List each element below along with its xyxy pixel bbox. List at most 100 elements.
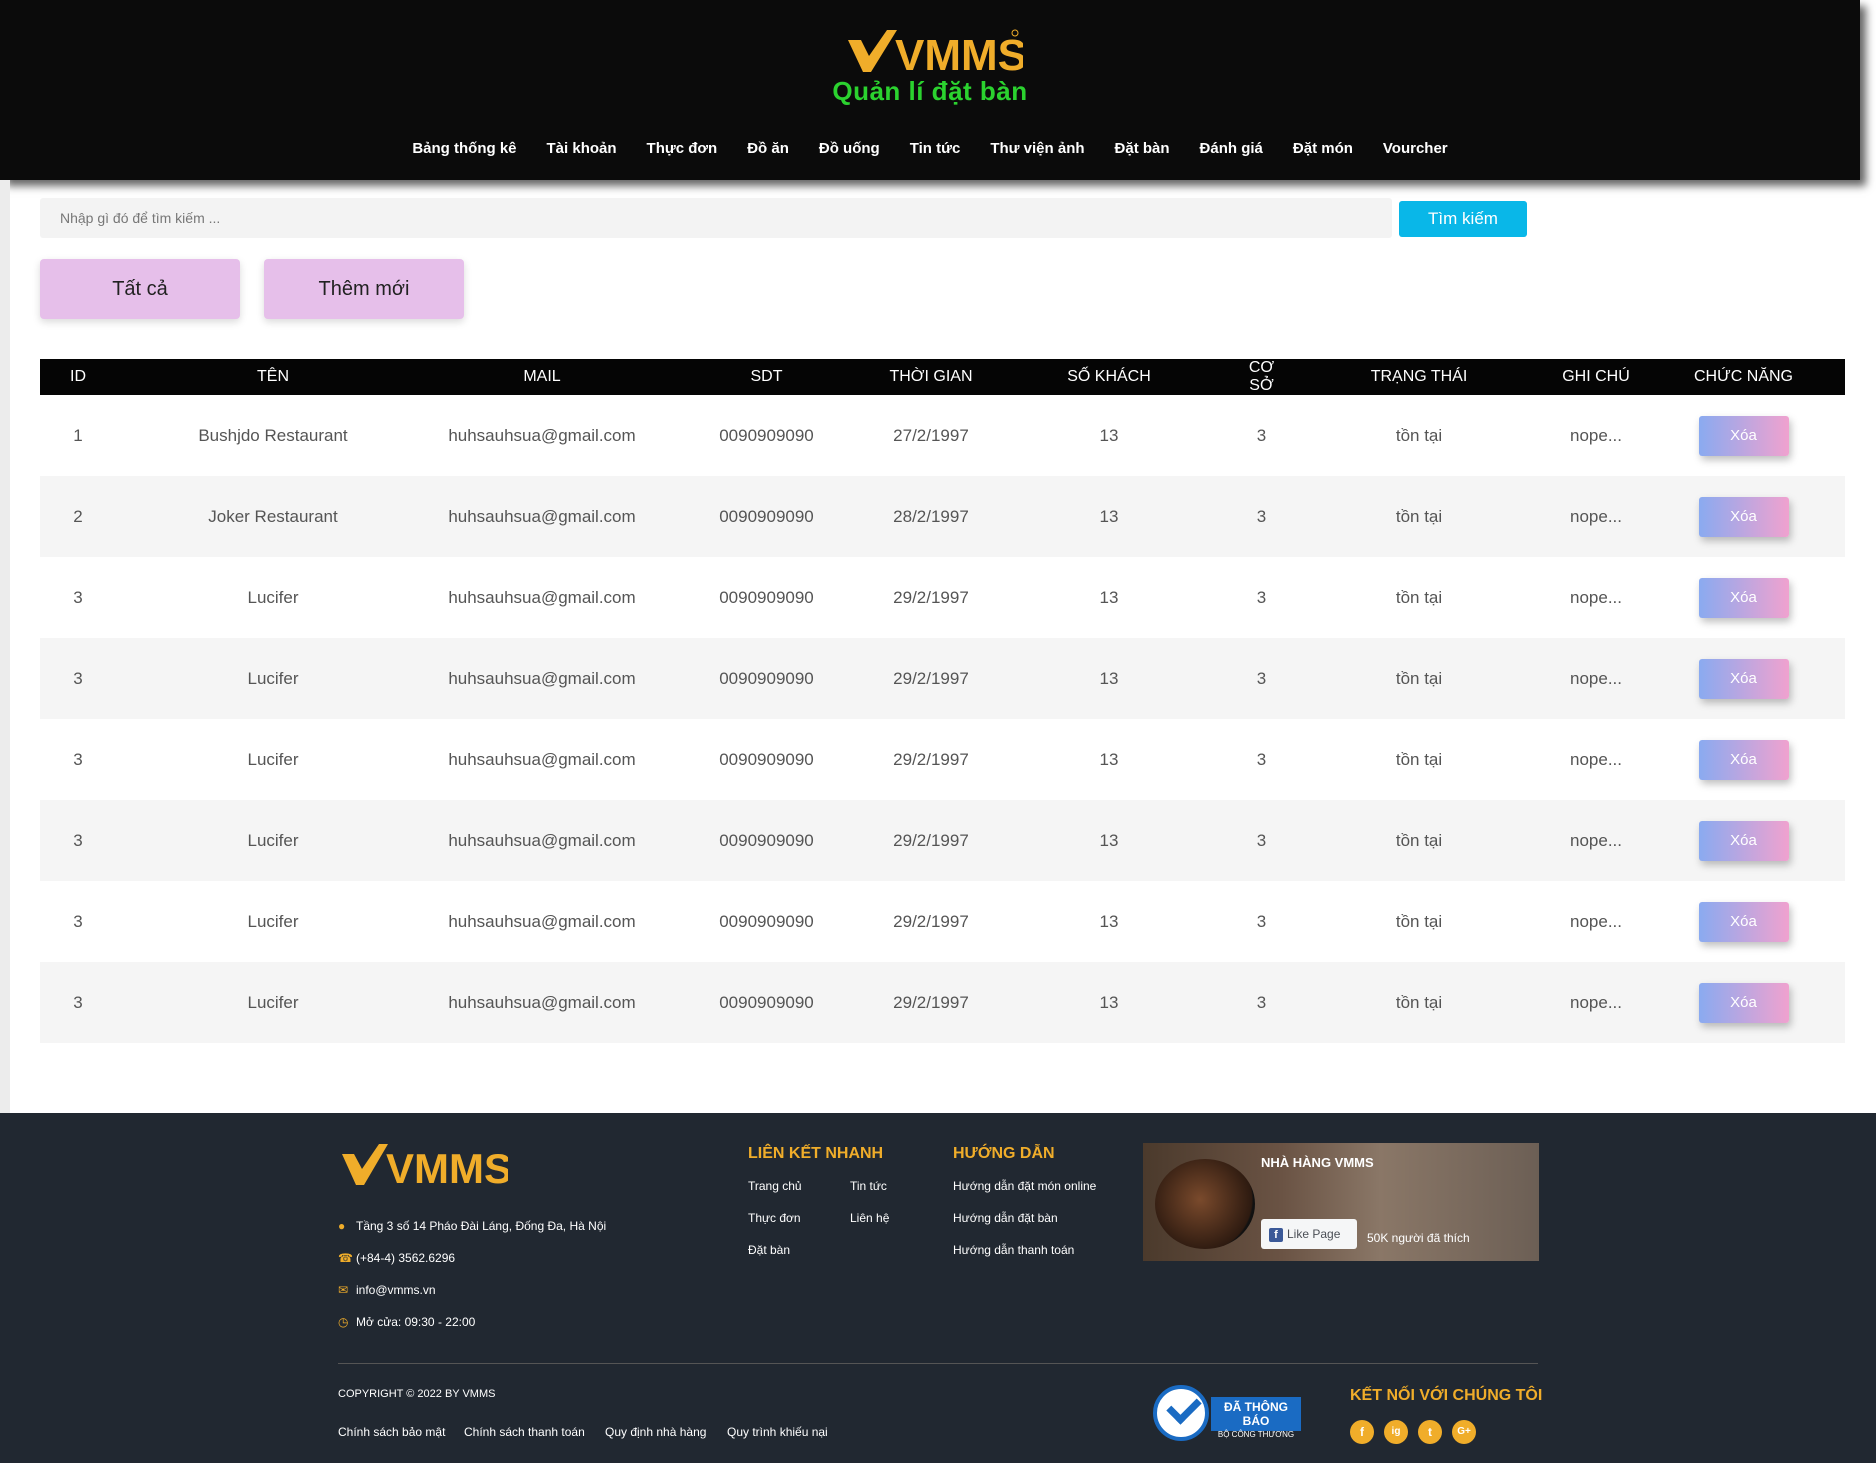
hours-text: Mở cửa: 09:30 - 22:00 <box>356 1315 476 1329</box>
cell-mail: huhsauhsua@gmail.com <box>448 749 636 769</box>
cell-name: Joker Restaurant <box>208 506 338 526</box>
site-header: VMMS Quản lí đặt bàn Bảng thống kê Tài k… <box>0 0 1860 180</box>
table-row: 1 Bushjdo Restaurant huhsauhsua@gmail.com 0… <box>40 395 1845 476</box>
delete-button[interactable]: Xóa <box>1698 982 1789 1023</box>
guide-booking[interactable]: Hướng dẫn đặt bàn <box>953 1211 1058 1225</box>
guide-title: HƯỚNG DẪN <box>953 1145 1055 1162</box>
cell-branch: 3 <box>1256 911 1267 931</box>
nav-news[interactable]: Tin tức <box>895 140 976 157</box>
cell-note: nope... <box>1570 425 1622 445</box>
phone-icon: ☎ <box>338 1251 353 1265</box>
footer-logo[interactable]: VMMS <box>338 1141 508 1189</box>
nav-menu[interactable]: Thực đơn <box>632 140 733 157</box>
link-contact[interactable]: Liên hệ <box>850 1211 889 1225</box>
delete-button[interactable]: Xóa <box>1698 577 1789 618</box>
delete-button[interactable]: Xóa <box>1698 415 1789 456</box>
link-menu[interactable]: Thực đơn <box>748 1211 801 1225</box>
cell-id: 1 <box>73 425 83 445</box>
nav-reviews[interactable]: Đánh giá <box>1185 140 1278 157</box>
page-title: Quản lí đặt bàn <box>832 76 1028 106</box>
link-news[interactable]: Tin tức <box>850 1179 887 1193</box>
instagram-icon[interactable]: ig <box>1384 1420 1408 1444</box>
vmms-logo[interactable]: VMMS <box>843 26 1023 76</box>
delete-button[interactable]: Xóa <box>1698 658 1789 699</box>
nav-voucher[interactable]: Vourcher <box>1368 140 1463 157</box>
cell-mail: huhsauhsua@gmail.com <box>448 587 636 607</box>
nav-drinks[interactable]: Đồ uống <box>804 140 895 157</box>
facebook-icon[interactable]: f <box>1350 1420 1374 1444</box>
cell-mail: huhsauhsua@gmail.com <box>448 668 636 688</box>
col-phone: SDT <box>750 368 783 385</box>
cell-note: nope... <box>1570 587 1622 607</box>
nav-gallery[interactable]: Thư viện ảnh <box>975 140 1099 157</box>
link-home[interactable]: Trang chủ <box>748 1179 802 1193</box>
fb-like-button[interactable]: f Like Page <box>1261 1219 1357 1249</box>
delete-button[interactable]: Xóa <box>1698 496 1789 537</box>
delete-button[interactable]: Xóa <box>1698 820 1789 861</box>
cell-id: 3 <box>73 668 83 688</box>
col-name: TÊN <box>257 368 289 385</box>
table-row: 3 Lucifer huhsauhsua@gmail.com 0090909090 29… <box>40 638 1845 719</box>
search-input[interactable]: Nhập gì đó để tìm kiếm ... <box>40 198 1392 238</box>
cell-time: 29/2/1997 <box>893 830 969 850</box>
policy-privacy[interactable]: Chính sách bảo mật <box>338 1425 445 1439</box>
cell-time: 29/2/1997 <box>893 749 969 769</box>
filter-all-button[interactable]: Tất cả <box>40 259 240 319</box>
col-branch: CƠ SỞ <box>1248 359 1275 394</box>
check-badge-icon <box>1153 1385 1209 1441</box>
twitter-icon[interactable]: t <box>1418 1420 1442 1444</box>
policy-rules[interactable]: Quy định nhà hàng <box>605 1425 706 1439</box>
cell-note: nope... <box>1570 506 1622 526</box>
add-new-button[interactable]: Thêm mới <box>264 259 464 319</box>
footer-divider <box>338 1363 1538 1364</box>
policy-payment[interactable]: Chính sách thanh toán <box>464 1425 585 1439</box>
cell-note: nope... <box>1570 830 1622 850</box>
google-plus-icon[interactable]: G+ <box>1452 1420 1476 1444</box>
footer-phone: ☎ (+84-4) 3562.6296 <box>338 1251 455 1265</box>
fb-like-count: 50K người đã thích <box>1367 1231 1470 1245</box>
col-mail: MAIL <box>523 368 561 385</box>
nav-booking[interactable]: Đặt bàn <box>1100 140 1185 157</box>
food-photo <box>1155 1159 1255 1249</box>
nav-accounts[interactable]: Tài khoản <box>532 140 632 157</box>
guide-order-online[interactable]: Hướng dẫn đặt món online <box>953 1179 1096 1193</box>
cell-note: nope... <box>1570 911 1622 931</box>
badge-subtitle: BỘ CÔNG THƯƠNG <box>1217 1430 1295 1439</box>
email-text[interactable]: info@vmms.vn <box>356 1283 436 1297</box>
cell-name: Bushjdo Restaurant <box>198 425 348 445</box>
col-time: THỜI GIAN <box>889 368 973 385</box>
svg-text:VMMS: VMMS <box>386 1145 508 1189</box>
cell-note: nope... <box>1570 749 1622 769</box>
col-actions: CHỨC NĂNG <box>1694 368 1793 385</box>
cell-note: nope... <box>1570 668 1622 688</box>
cell-phone: 0090909090 <box>719 992 814 1012</box>
ministry-badge[interactable]: ĐÃ THÔNG BÁO BỘ CÔNG THƯƠNG <box>1153 1385 1301 1441</box>
cell-name: Lucifer <box>247 749 299 769</box>
col-guests: SỐ KHÁCH <box>1067 368 1151 385</box>
connect-title: KẾT NỐI VỚI CHÚNG TÔI <box>1350 1387 1543 1404</box>
copyright: COPYRIGHT © 2022 BY VMMS <box>338 1388 496 1400</box>
facebook-page-widget[interactable]: NHÀ HÀNG VMMS f Like Page 50K người đã th… <box>1143 1143 1539 1261</box>
cell-status: tồn tại <box>1395 992 1443 1012</box>
fb-page-name[interactable]: NHÀ HÀNG VMMS <box>1261 1155 1374 1170</box>
cell-status: tồn tại <box>1395 830 1443 850</box>
table-row: 2 Joker Restaurant huhsauhsua@gmail.com 009… <box>40 476 1845 557</box>
guide-payment[interactable]: Hướng dẫn thanh toán <box>953 1243 1074 1257</box>
delete-button[interactable]: Xóa <box>1698 739 1789 780</box>
cell-mail: huhsauhsua@gmail.com <box>448 506 636 526</box>
policy-complaints[interactable]: Quy trình khiếu nại <box>727 1425 828 1439</box>
table-header: ID TÊN MAIL SDT THỜI GIAN SỐ KHÁCH CƠ SỞ… <box>40 359 1845 395</box>
cell-phone: 0090909090 <box>719 506 814 526</box>
search-button[interactable]: Tìm kiếm <box>1399 201 1527 237</box>
booking-table: ID TÊN MAIL SDT THỜI GIAN SỐ KHÁCH CƠ SỞ… <box>40 359 1845 1043</box>
nav-orders[interactable]: Đặt món <box>1278 140 1368 157</box>
link-booking[interactable]: Đặt bàn <box>748 1243 790 1257</box>
cell-guests: 13 <box>1099 830 1119 850</box>
cell-guests: 13 <box>1099 587 1119 607</box>
nav-food[interactable]: Đồ ăn <box>732 140 804 157</box>
cell-time: 29/2/1997 <box>893 668 969 688</box>
address-text: Tầng 3 số 14 Pháo Đài Láng, Đống Đa, Hà … <box>356 1219 607 1233</box>
cell-name: Lucifer <box>247 668 299 688</box>
nav-dashboard[interactable]: Bảng thống kê <box>397 140 531 157</box>
delete-button[interactable]: Xóa <box>1698 901 1789 942</box>
